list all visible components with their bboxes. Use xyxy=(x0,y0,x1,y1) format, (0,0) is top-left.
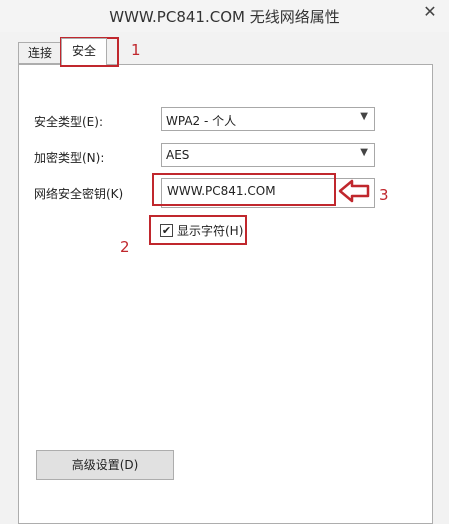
advanced-settings-button[interactable]: 高级设置(D) xyxy=(36,450,174,480)
network-key-label: 网络安全密钥(K) xyxy=(34,187,124,201)
encryption-type-select[interactable]: AES ▼ xyxy=(161,143,375,167)
encryption-type-label: 加密类型(N): xyxy=(34,151,105,165)
window-title: WWW.PC841.COM 无线网络属性 xyxy=(109,8,340,26)
annotation-number-3: 3 xyxy=(379,186,389,204)
close-button[interactable]: ✕ xyxy=(411,0,449,22)
security-type-value: WPA2 - 个人 xyxy=(166,114,237,128)
close-icon: ✕ xyxy=(423,1,437,21)
security-type-select[interactable]: WPA2 - 个人 ▼ xyxy=(161,107,375,131)
network-key-value: WWW.PC841.COM xyxy=(167,184,276,198)
title-bar: WWW.PC841.COM 无线网络属性 ✕ xyxy=(0,0,449,32)
chevron-down-icon: ▼ xyxy=(360,111,368,122)
arrow-left-icon xyxy=(338,179,370,203)
checkbox-box[interactable]: ✔ xyxy=(160,223,173,237)
annotation-number-1: 1 xyxy=(131,41,141,59)
security-type-label: 安全类型(E): xyxy=(34,115,103,129)
show-chars-checkbox[interactable]: ✔ 显示字符(H) xyxy=(160,220,243,240)
show-chars-label: 显示字符(H) xyxy=(177,223,244,238)
tab-connection[interactable]: 连接 xyxy=(18,42,62,64)
tab-security[interactable]: 安全 xyxy=(61,38,107,65)
checkmark-icon: ✔ xyxy=(161,223,172,237)
annotation-number-2: 2 xyxy=(120,238,130,256)
encryption-type-value: AES xyxy=(166,148,190,162)
chevron-down-icon: ▼ xyxy=(360,147,368,158)
